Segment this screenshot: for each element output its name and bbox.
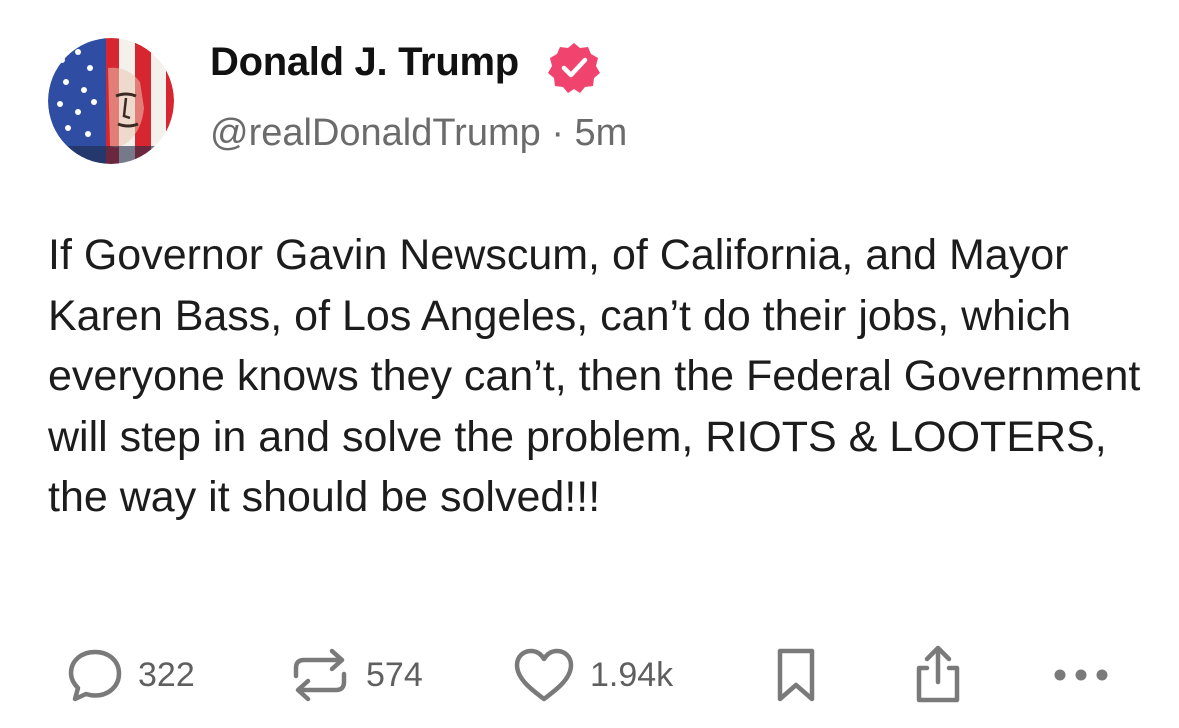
reply-count: 322 [138,655,195,694]
author-handle[interactable]: @realDonaldTrump [210,112,541,154]
author-display-name[interactable]: Donald J. Trump [210,40,519,85]
post-timestamp[interactable]: 5m [575,112,628,154]
post-card: Donald J. Trump @realDonaldTrump · 5m If… [0,0,1179,728]
reply-bubble-icon [68,649,122,702]
meta-separator: · [551,112,564,154]
repost-icon [293,648,347,702]
flag-portrait-avatar-icon [48,38,174,164]
reply-button[interactable]: 322 [66,640,195,710]
action-bar: 322 574 1.94k [0,640,1179,710]
avatar[interactable] [48,38,174,164]
post-text: If Governor Gavin Newscum, of California… [48,231,1141,522]
heart-icon [514,648,574,702]
like-count: 1.94k [590,655,674,694]
verified-badge-icon [547,40,601,94]
share-button[interactable] [910,640,966,710]
like-button[interactable]: 1.94k [512,640,673,710]
bookmark-icon [777,648,815,702]
author-meta: @realDonaldTrump · 5m [210,112,627,155]
repost-button[interactable]: 574 [288,640,423,710]
repost-count: 574 [366,655,423,694]
more-options-button[interactable] [1052,640,1110,710]
share-icon [916,645,960,703]
bookmark-button[interactable] [772,640,820,710]
more-dots-icon [1054,669,1108,681]
